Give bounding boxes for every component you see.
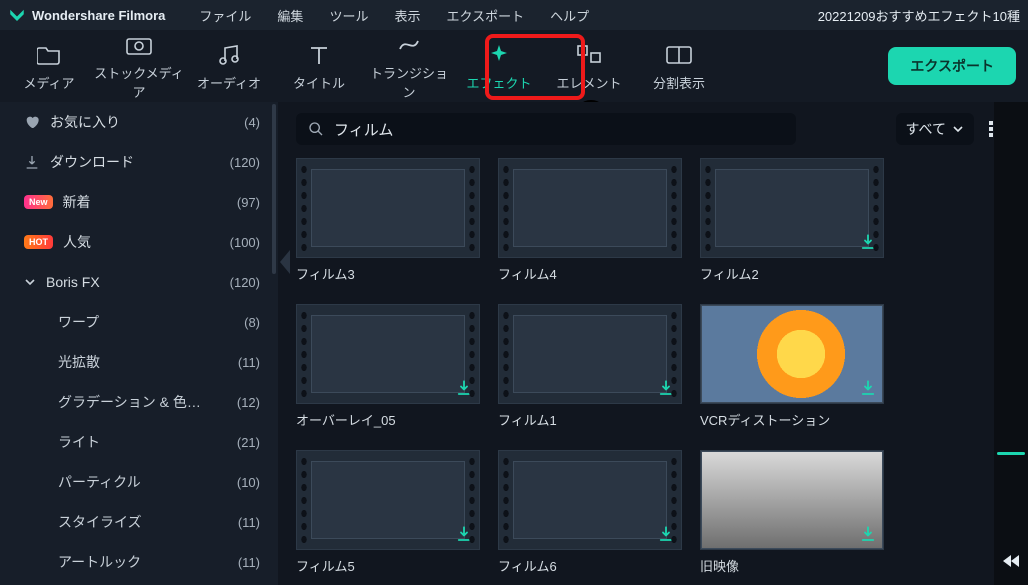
effect-thumbnail[interactable] bbox=[296, 450, 480, 550]
tab-transition[interactable]: トランジション bbox=[364, 31, 454, 101]
menu-edit[interactable]: 編集 bbox=[277, 6, 303, 25]
sidebar-item-hot[interactable]: HOT人気 (100) bbox=[0, 222, 278, 262]
effect-card[interactable]: オーバーレイ_05 bbox=[296, 304, 480, 432]
effect-thumbnail[interactable] bbox=[700, 158, 884, 258]
effect-caption: フィルム6 bbox=[498, 556, 682, 575]
download-icon[interactable] bbox=[455, 525, 473, 543]
filter-dropdown[interactable]: すべて bbox=[896, 113, 974, 145]
sidebar-collapse-handle[interactable] bbox=[280, 250, 290, 274]
effect-card[interactable]: 旧映像 bbox=[700, 450, 884, 578]
sidebar-subitem[interactable]: パーティクル(10) bbox=[0, 462, 278, 502]
music-icon bbox=[184, 41, 274, 69]
content-panel: すべて フィルム3 フィルム4 フィルム2 オーバーレイ_05 フィルム1 VCRディスト… bbox=[278, 102, 1028, 585]
sidebar-subitem[interactable]: アートルック(11) bbox=[0, 542, 278, 582]
effect-caption: フィルム3 bbox=[296, 264, 480, 283]
heart-icon bbox=[24, 114, 40, 130]
titlebar: Wondershare Filmora ファイル 編集 ツール 表示 エクスポー… bbox=[0, 0, 1028, 30]
download-icon[interactable] bbox=[657, 379, 675, 397]
tab-stock[interactable]: ストックメディア bbox=[94, 31, 184, 101]
effect-caption: フィルム1 bbox=[498, 410, 682, 429]
effect-thumbnail[interactable] bbox=[700, 450, 884, 550]
title-icon bbox=[274, 41, 364, 69]
effect-thumbnail[interactable] bbox=[498, 450, 682, 550]
effect-thumbnail[interactable] bbox=[296, 304, 480, 404]
sidebar-item-new[interactable]: New新着 (97) bbox=[0, 182, 278, 222]
effect-thumbnail[interactable] bbox=[296, 158, 480, 258]
folder-icon bbox=[4, 41, 94, 69]
effect-card[interactable]: フィルム6 bbox=[498, 450, 682, 578]
app-name: Wondershare Filmora bbox=[32, 8, 165, 23]
effect-card[interactable]: フィルム2 bbox=[700, 158, 884, 286]
project-title: 20221209おすすめエフェクト10種 bbox=[818, 6, 1020, 25]
sidebar-subitem[interactable]: スタイライズ(11) bbox=[0, 502, 278, 542]
effect-thumbnail[interactable] bbox=[700, 304, 884, 404]
tab-media[interactable]: メディア bbox=[4, 41, 94, 92]
chevron-down-icon bbox=[24, 276, 36, 288]
effect-caption: VCRディストーション bbox=[700, 410, 884, 429]
effect-card[interactable]: フィルム1 bbox=[498, 304, 682, 432]
sparkle-icon bbox=[454, 41, 544, 69]
effect-card[interactable]: フィルム4 bbox=[498, 158, 682, 286]
element-icon bbox=[544, 41, 634, 69]
tab-effect[interactable]: エフェクト bbox=[454, 41, 544, 92]
effect-card[interactable]: VCRディストーション bbox=[700, 304, 884, 432]
search-input[interactable] bbox=[334, 121, 784, 138]
effect-caption: フィルム2 bbox=[700, 264, 884, 283]
split-icon bbox=[634, 41, 724, 69]
tab-audio[interactable]: オーディオ bbox=[184, 41, 274, 92]
effect-card[interactable]: フィルム5 bbox=[296, 450, 480, 578]
skip-back-icon[interactable] bbox=[1001, 553, 1021, 569]
camera-icon bbox=[94, 31, 184, 59]
new-badge: New bbox=[24, 195, 53, 209]
sidebar-subitem[interactable]: グラデーション & 色合...(12) bbox=[0, 382, 278, 422]
effect-caption: 旧映像 bbox=[700, 556, 884, 575]
effect-caption: フィルム5 bbox=[296, 556, 480, 575]
download-icon[interactable] bbox=[859, 233, 877, 251]
menu-export[interactable]: エクスポート bbox=[446, 6, 524, 25]
sidebar: お気に入り (4) ダウンロード (120) New新着 (97) HOT人気 … bbox=[0, 102, 278, 585]
download-icon[interactable] bbox=[859, 379, 877, 397]
menu-tool[interactable]: ツール bbox=[329, 6, 368, 25]
menu-file[interactable]: ファイル bbox=[199, 6, 251, 25]
menu-view[interactable]: 表示 bbox=[394, 6, 420, 25]
effect-thumbnail[interactable] bbox=[498, 304, 682, 404]
menubar: ファイル 編集 ツール 表示 エクスポート ヘルプ bbox=[199, 6, 589, 25]
effect-grid: フィルム3 フィルム4 フィルム2 オーバーレイ_05 フィルム1 VCRディストーション… bbox=[296, 158, 1010, 585]
sidebar-item-borisfx[interactable]: Boris FX (120) bbox=[0, 262, 278, 302]
scrollbar[interactable] bbox=[272, 104, 276, 274]
content-toolbar: すべて bbox=[296, 112, 1010, 146]
effect-caption: フィルム4 bbox=[498, 264, 682, 283]
menu-help[interactable]: ヘルプ bbox=[550, 6, 589, 25]
sidebar-item-download[interactable]: ダウンロード (120) bbox=[0, 142, 278, 182]
download-icon[interactable] bbox=[657, 525, 675, 543]
right-strip bbox=[994, 102, 1028, 585]
export-button[interactable]: エクスポート bbox=[888, 47, 1016, 85]
accent-indicator bbox=[997, 452, 1025, 455]
tab-title[interactable]: タイトル bbox=[274, 41, 364, 92]
download-icon[interactable] bbox=[859, 525, 877, 543]
download-icon bbox=[24, 154, 40, 170]
sidebar-subitem[interactable]: 光拡散(11) bbox=[0, 342, 278, 382]
sidebar-subitem[interactable]: ライト(21) bbox=[0, 422, 278, 462]
effect-thumbnail[interactable] bbox=[498, 158, 682, 258]
search-icon bbox=[308, 121, 324, 137]
app-logo bbox=[8, 6, 26, 24]
sidebar-item-favorites[interactable]: お気に入り (4) bbox=[0, 102, 278, 142]
chevron-down-icon bbox=[952, 123, 964, 135]
effect-card[interactable]: フィルム3 bbox=[296, 158, 480, 286]
hot-badge: HOT bbox=[24, 235, 53, 249]
tab-split[interactable]: 分割表示 bbox=[634, 41, 724, 92]
download-icon[interactable] bbox=[455, 379, 473, 397]
main-tab-row: メディア ストックメディア オーディオ タイトル トランジション エフェクト エ… bbox=[0, 30, 1028, 102]
sidebar-subitem[interactable]: ワープ(8) bbox=[0, 302, 278, 342]
effect-caption: オーバーレイ_05 bbox=[296, 410, 480, 429]
tab-element[interactable]: エレメント bbox=[544, 41, 634, 92]
transition-icon bbox=[364, 31, 454, 59]
search-field[interactable] bbox=[296, 113, 796, 145]
